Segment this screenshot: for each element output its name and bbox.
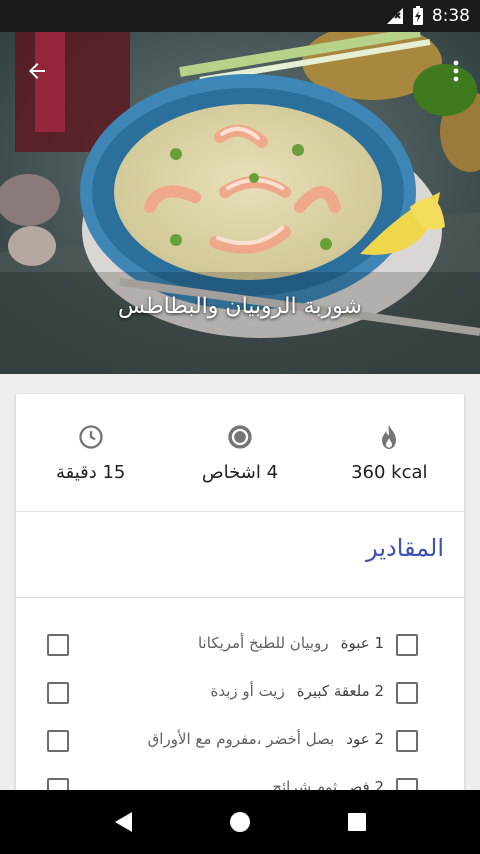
ingredient-checkbox[interactable]: [396, 634, 418, 656]
ingredient-text: 2 عود بصل أخضر ،مفروم مع الأوراق: [148, 730, 384, 748]
stat-time-value: 15 دقيقة: [55, 462, 126, 483]
ingredients-list: 1 عبوة روبيان للطبخ أمريكانا 2 ملعقة كبير…: [16, 598, 464, 816]
no-signal-icon: [386, 8, 403, 24]
nav-home-button[interactable]: [220, 802, 260, 842]
ingredient-checkbox[interactable]: [396, 730, 418, 752]
square-recents-icon: [348, 813, 367, 831]
ingredient-name: روبيان للطبخ أمريكانا: [197, 634, 329, 652]
shopping-checkbox[interactable]: [47, 682, 69, 704]
ingredient-name: زيت أو زبدة: [210, 682, 285, 700]
ingredient-qty: 2 عود: [346, 730, 384, 748]
flame-icon: [382, 425, 397, 449]
nav-recents-button[interactable]: [337, 802, 377, 842]
soup-photo: [0, 32, 480, 374]
arrow-back-icon: [29, 63, 45, 79]
recipe-stats: 15 دقيقة 4 اشخاص 360 kcal: [16, 394, 464, 512]
ingredients-header: المقادير: [16, 512, 464, 598]
hero-image: شوربة الروبيان والبطاطس: [0, 32, 480, 374]
servings-icon: [228, 425, 252, 449]
triangle-back-icon: [114, 812, 132, 832]
stat-calories-value: 360 kcal: [351, 462, 428, 483]
shopping-checkbox[interactable]: [47, 634, 69, 656]
ingredients-title: المقادير: [366, 534, 444, 562]
nav-back-button[interactable]: [103, 802, 143, 842]
overflow-menu-button[interactable]: [444, 54, 468, 88]
status-time: 8:38: [431, 6, 470, 26]
circle-home-icon: [229, 812, 250, 832]
ingredient-text: 2 ملعقة كبيرة زيت أو زبدة: [210, 682, 384, 700]
stat-time: 15 دقيقة: [16, 394, 165, 511]
recipe-title: شوربة الروبيان والبطاطس: [118, 294, 362, 319]
status-bar: 8:38: [0, 0, 480, 32]
ingredient-text: 1 عبوة روبيان للطبخ أمريكانا: [198, 634, 384, 652]
list-item: 2 عود بصل أخضر ،مفروم مع الأوراق: [16, 720, 464, 768]
back-button[interactable]: [20, 54, 54, 88]
stat-calories: 360 kcal: [315, 394, 464, 511]
shopping-checkbox[interactable]: [47, 730, 69, 752]
ingredient-qty: 1 عبوة: [340, 634, 384, 652]
recipe-card: 15 دقيقة 4 اشخاص 360 kcal المقادير 1 عبو…: [16, 394, 464, 814]
system-nav-bar: [0, 790, 480, 854]
ingredient-qty: 2 ملعقة كبيرة: [296, 682, 384, 700]
stat-servings: 4 اشخاص: [165, 394, 314, 511]
battery-charging-icon: [412, 6, 423, 25]
ingredient-checkbox[interactable]: [396, 682, 418, 704]
more-vert-icon: [453, 60, 459, 82]
list-item: 1 عبوة روبيان للطبخ أمريكانا: [16, 624, 464, 672]
clock-icon: [78, 425, 103, 449]
ingredient-name: بصل أخضر ،مفروم مع الأوراق: [147, 730, 335, 748]
stat-servings-value: 4 اشخاص: [201, 462, 279, 483]
list-item: 2 ملعقة كبيرة زيت أو زبدة: [16, 672, 464, 720]
